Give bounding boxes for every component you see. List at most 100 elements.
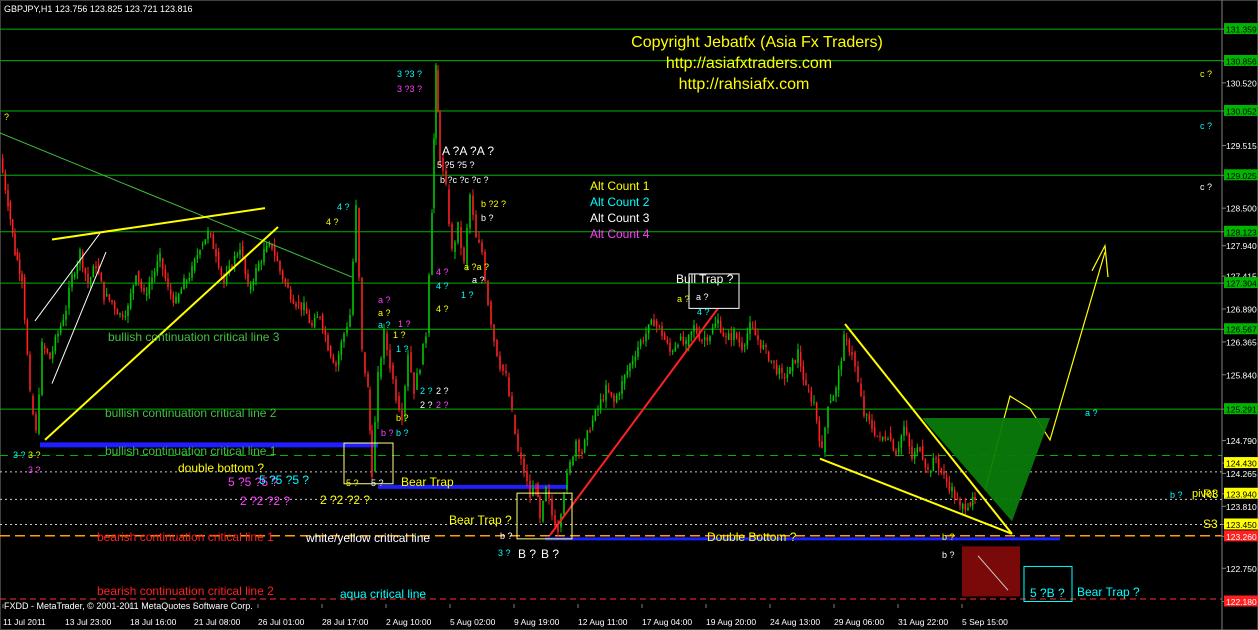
red-trendline [549,307,719,536]
candle-body [335,362,337,366]
candle-body [308,313,311,324]
candle-body [305,308,308,314]
candle-body [674,346,677,352]
candle-body [520,452,522,459]
candle-body [762,344,765,349]
candle-body [252,281,255,286]
candle-body [428,275,430,334]
candle-body [738,338,741,343]
candle-body [343,333,345,342]
candle-body [911,446,913,460]
candle-body [81,252,84,269]
wave-label-B-q: B ? [518,547,536,561]
candle-body [233,255,236,265]
candle-body [597,408,599,411]
candle-body [127,305,129,317]
candle-body [594,410,597,421]
candle-body [607,389,610,392]
tick-label: 126.567 [1226,325,1257,335]
candle-body [311,323,313,326]
candle-body [151,277,153,284]
wave-label-four-q: 4 ? [436,267,449,277]
candle-body [770,360,773,362]
candle-body [860,383,862,397]
bear-trap-label-1: Bear Trap [401,475,454,489]
tick-label: 130.856 [1226,56,1257,66]
bull-trap-label: Bull Trap ? [676,272,734,286]
candle-body [263,249,265,263]
candle-body [487,281,489,306]
candle-body [851,352,853,355]
candle-body [68,287,70,309]
tick-label: 127.940 [1226,241,1257,251]
candle-body [951,486,953,492]
candle-body [241,245,244,258]
tick-label: 125.291 [1226,405,1257,415]
wave-label-a-q: a ? [472,275,485,285]
candle-body [156,261,159,272]
wave-label-a-q: a ? [696,292,709,302]
candle-body [260,262,263,264]
candle-body [502,364,504,371]
candle-body [92,266,95,278]
candle-body [829,401,832,403]
candle-body [837,369,840,390]
candle-body [437,70,439,113]
wave-label-one-q: 1 ? [396,344,409,354]
candle-body [802,366,805,380]
candle-body [532,487,534,497]
candle-body [618,393,621,396]
candle-body [161,258,164,270]
url-text-2: http://rahsiafx.com [679,76,810,93]
candle-body [496,339,498,356]
candle-body [545,486,547,501]
candle-body [969,502,972,506]
candle-body [18,259,21,274]
wave-label-b2-cluster: b ?2 ? [481,199,506,209]
candle-body [105,294,108,296]
candle-body [717,319,719,324]
candle-body [454,242,456,253]
candle-body [892,439,895,451]
candle-body [337,354,340,365]
tick-label: 122.750 [1226,564,1257,574]
candle-body [207,230,209,240]
candle-body [435,65,437,139]
candle-body [249,285,252,290]
wave-label-a-q: a ? [1085,408,1098,418]
candle-body [380,358,382,378]
candle-body [551,498,553,516]
candle-body [535,487,537,489]
wave-label-bc-cluster: b ?c ?c ?c ? [440,175,489,185]
wave-label-b-q: b ? [942,550,955,560]
time-label: 5 Aug 02:00 [450,617,496,627]
candle-body [605,384,607,401]
candle-body [666,339,669,343]
candle-body [929,471,932,473]
candle-body [818,420,821,442]
candle-body [505,370,507,374]
candle-body [466,227,468,265]
candle-body [364,352,366,374]
wave-label-b-q: b ? [396,413,409,423]
candle-body [523,458,525,473]
candle-body [463,247,465,262]
symbol-header: GBPJPY,H1 123.756 123.825 123.721 123.81… [4,4,193,14]
candle-body [87,273,89,284]
candle-body [687,335,690,346]
candle-body [129,293,132,309]
candle-body [719,320,722,333]
wave-label-five-q: 5 ? [371,478,384,488]
wave-label-a-q: a ? [378,295,391,305]
wave-label-b-q: b ? [396,428,409,438]
bear-trap-label-2: Bear Trap ? [449,513,512,527]
candle-body [629,363,631,371]
candle-body [569,461,571,473]
upper-channel-line [51,207,266,241]
candle-body [791,359,794,372]
s3-label: S3 [1203,517,1218,531]
candle-body [257,263,260,271]
candle-body [857,366,859,382]
candle-body [835,387,837,397]
candle-body [832,396,835,402]
